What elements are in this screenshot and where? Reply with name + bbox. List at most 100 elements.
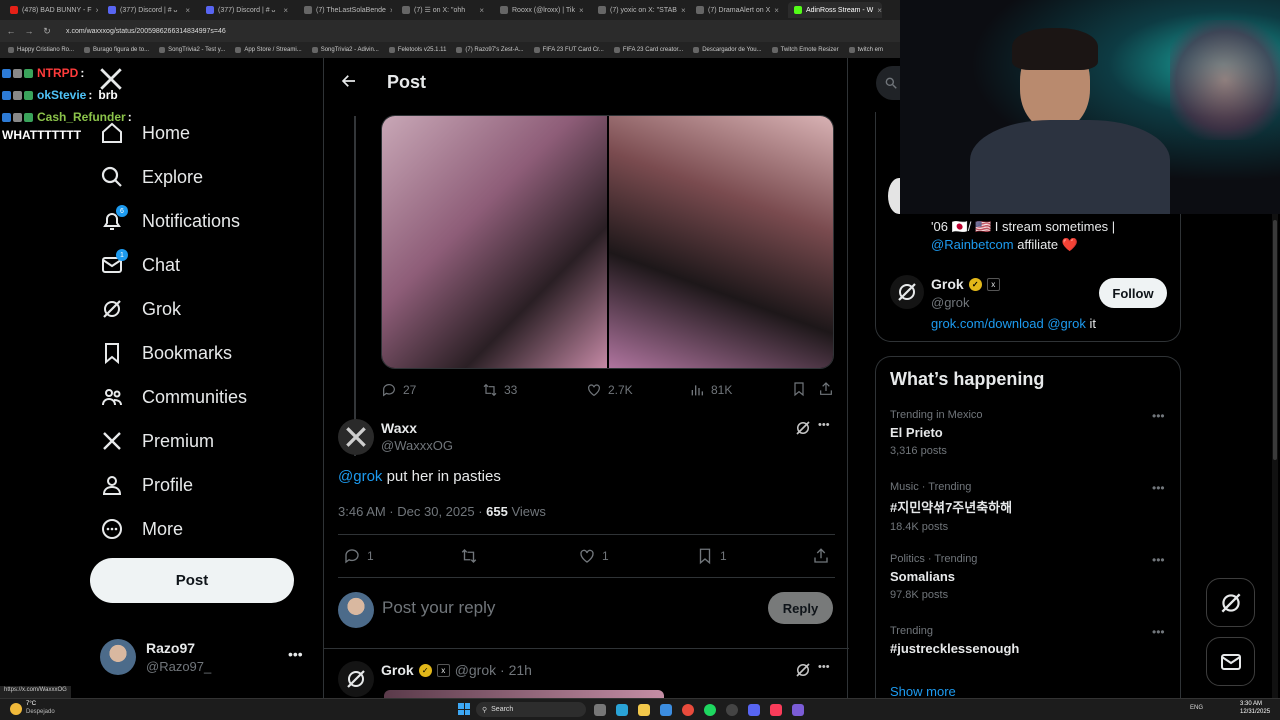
tab-close-icon[interactable]: × [96,6,99,15]
browser-tab[interactable]: AdinRoss Stream - W × [788,2,882,18]
sidebar-item-more[interactable]: More [100,514,183,544]
trend-item[interactable]: Trending #justrecklessenough ••• [890,625,1170,687]
task-view-icon[interactable] [594,704,606,716]
more-dots-icon[interactable]: ••• [818,661,830,673]
sidebar-item-home[interactable]: Home [100,118,190,148]
post-button[interactable]: Post [90,558,294,603]
bookmark-item[interactable]: FIFA 23 FUT Card Cr... [533,47,604,53]
back-arrow-icon[interactable] [340,72,360,92]
more-dots-icon[interactable]: ••• [1152,409,1165,423]
show-more-link[interactable]: Show more [890,684,956,699]
grok-icon[interactable] [794,419,812,442]
like-stat[interactable]: 2.7K [586,382,633,398]
avatar[interactable] [338,419,374,455]
back-arrow-icon[interactable]: ← [6,26,16,36]
trend-item[interactable]: Trending in Mexico El Prieto 3,316 posts ••… [890,409,1170,471]
author-name[interactable]: Waxx [381,420,417,436]
mention-link[interactable]: @Rainbetcom [931,237,1014,252]
author-name[interactable]: Grok [381,662,414,678]
language-indicator[interactable]: ENG [1190,705,1203,711]
browser-tab[interactable]: (7) DramaAlert on X × [690,2,784,18]
more-dots-icon[interactable]: ••• [288,646,303,662]
bookmark-item[interactable]: SongTrivia2 - Adivin... [311,47,379,53]
download-link[interactable]: grok.com/download [931,316,1044,331]
browser-tab[interactable]: (377) Discord | # ᴗ × [102,2,196,18]
clock-date[interactable]: 12/31/2025 [1240,709,1270,715]
reply-media-preview[interactable] [384,690,664,698]
repost-icon[interactable] [460,547,478,570]
sidebar-item-communities[interactable]: Communities [100,382,247,412]
reply-button[interactable]: Reply [768,592,833,624]
sidebar-item-explore[interactable]: Explore [100,162,203,192]
grok-avatar[interactable] [890,275,924,309]
tab-close-icon[interactable]: × [185,6,190,15]
author-handle[interactable]: @WaxxxOG [381,438,453,453]
reply-stat[interactable]: 1 [343,547,374,565]
author-handle[interactable]: @grok [931,295,970,310]
discord-icon[interactable] [748,704,760,716]
clock-time[interactable]: 3:30 AM [1240,701,1262,707]
bookmark-item[interactable]: (7) Razo97's Zest-A... [456,47,524,53]
bookmark-item[interactable]: App Store / Streami... [235,47,302,53]
tab-close-icon[interactable]: × [579,6,584,15]
more-dots-icon[interactable]: ••• [818,419,830,431]
media-image-left[interactable] [382,116,607,368]
reply-stat[interactable]: 27 [381,382,416,398]
share-icon[interactable] [812,547,830,570]
sidebar-item-profile[interactable]: Profile [100,470,193,500]
mention-link[interactable]: @grok [338,468,382,485]
tab-close-icon[interactable]: × [681,6,686,15]
grok-icon[interactable] [794,661,812,684]
browser-tab[interactable]: (7) yoxic on X: "STAB × [592,2,686,18]
bookmark-item[interactable]: Twitch Emote Resizer [771,47,839,53]
author-handle[interactable]: @grok · 21h [455,662,532,678]
grok-floating-button[interactable] [1206,578,1255,627]
browser-tab[interactable]: Rooxx (@lroxx) | Tik × [494,2,588,18]
tab-close-icon[interactable]: × [283,6,288,15]
browser-tab[interactable]: (7) TheLastSolaBende × [298,2,392,18]
chrome-icon[interactable] [682,704,694,716]
more-dots-icon[interactable]: ••• [1152,625,1165,639]
address-field[interactable]: x.com/waxxxog/status/2005986266314834997… [66,28,226,35]
tab-close-icon[interactable]: × [479,6,484,15]
sidebar-item-grok[interactable]: Grok [100,294,181,324]
grok-avatar[interactable] [338,661,374,697]
tab-close-icon[interactable]: × [877,6,882,15]
sidebar-item-premium[interactable]: Premium [100,426,214,456]
edge-icon[interactable] [616,704,628,716]
store-icon[interactable] [660,704,672,716]
music-icon[interactable] [770,704,782,716]
spotify-icon[interactable] [704,704,716,716]
bookmark-item[interactable]: Descargador de You... [693,47,762,53]
bookmark-item[interactable]: Burago figura de to... [84,47,149,53]
more-dots-icon[interactable]: ••• [1152,553,1165,567]
more-dots-icon[interactable]: ••• [1152,481,1165,495]
tab-close-icon[interactable]: × [774,6,779,15]
share-icon[interactable] [818,381,834,402]
browser-tab[interactable]: (7) ☰ on X: "ohh × [396,2,490,18]
bookmark-item[interactable]: SongTrivia2 - Test y... [159,47,225,53]
like-stat[interactable]: 1 [578,547,609,565]
messages-floating-button[interactable] [1206,637,1255,686]
browser-tab[interactable]: (478) BAD BUNNY - F × [4,2,98,18]
author-name[interactable]: Grok [931,276,964,292]
views-stat[interactable]: 81K [689,382,732,398]
tab-close-icon[interactable]: × [390,6,392,15]
bookmark-icon[interactable] [791,381,807,402]
sidebar-item-bookmarks[interactable]: Bookmarks [100,338,232,368]
x-logo-icon[interactable] [98,66,126,94]
taskbar-search[interactable]: ⚲ Search [476,702,586,717]
bookmark-item[interactable]: Feletools v25.1.11 [388,47,446,53]
mention-link[interactable]: @grok [1047,316,1086,331]
bookmark-item[interactable]: twitch em [848,47,883,53]
bookmark-stat[interactable]: 1 [696,547,727,565]
bookmark-item[interactable]: FIFA 23 Card creator... [613,47,683,53]
app-icon[interactable] [792,704,804,716]
start-button[interactable] [458,703,470,715]
reload-icon[interactable]: ↻ [42,26,52,37]
trend-item[interactable]: Music · Trending #지민약셖7주년축하해 18.4K posts ••… [890,481,1170,543]
post-media-grid[interactable] [381,115,834,369]
repost-stat[interactable]: 33 [482,382,517,398]
forward-arrow-icon[interactable]: → [24,26,34,36]
weather-icon[interactable] [10,703,22,715]
